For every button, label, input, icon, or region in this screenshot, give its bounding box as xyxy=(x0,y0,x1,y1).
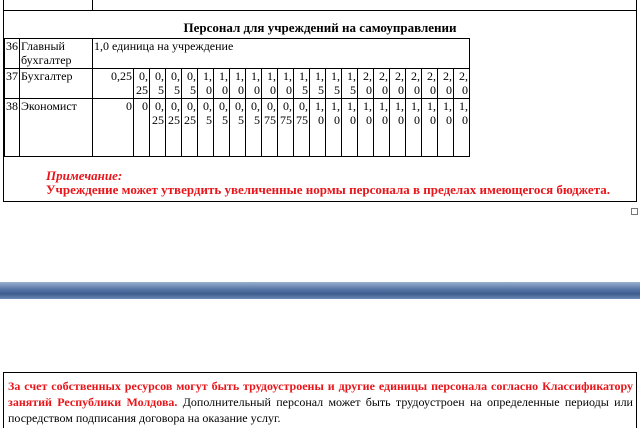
row-number: 36 xyxy=(4,38,20,69)
merged-norm-cell: 1,0 единица на учреждение xyxy=(92,38,470,69)
document-page-bottom: За счет собственных ресурсов могут быть … xyxy=(0,299,640,428)
norm-cell: 2,0 xyxy=(421,68,438,99)
norm-cell: 2,0 xyxy=(437,68,454,99)
note-text: Учреждение может утвердить увеличенные н… xyxy=(46,182,610,197)
norm-cell: 1,0 xyxy=(229,68,246,99)
norm-cell: 2,0 xyxy=(389,68,406,99)
norm-cell: 0,5 xyxy=(181,68,198,99)
norm-cell: 0,5 xyxy=(213,98,230,157)
norm-cell: 1,0 xyxy=(421,98,438,157)
row-number: 38 xyxy=(4,98,20,157)
norm-cell: 1,0 xyxy=(453,98,470,157)
position-name: Экономист xyxy=(19,98,93,157)
norm-cell: 1,0 xyxy=(373,98,390,157)
norm-cell: 1,0 xyxy=(309,98,326,157)
note-block: Примечание: Учреждение может утвердить у… xyxy=(46,169,638,197)
norm-cell: 0,25 xyxy=(181,98,198,157)
norm-cell: 0,25 xyxy=(133,68,150,99)
table-row: 38 Экономист 0 0 0,25 0,25 0,25 0,5 0,5 0,5 0,5 0,7… xyxy=(4,98,470,157)
norm-cell: 2,0 xyxy=(405,68,422,99)
staff-table-section: Персонал для учреждений на самоуправлени… xyxy=(3,11,637,202)
table-resize-handle[interactable] xyxy=(631,208,638,215)
note-label: Примечание: xyxy=(46,168,123,183)
norm-cell: 1,0 xyxy=(389,98,406,157)
norm-cell: 2,0 xyxy=(453,68,470,99)
norm-cell: 0,5 xyxy=(149,68,166,99)
norm-cell: 1,0 xyxy=(277,68,294,99)
norm-cell: 0 xyxy=(133,98,150,157)
position-name: Главный бухгалтер xyxy=(19,38,93,69)
norm-cell: 0,75 xyxy=(293,98,310,157)
norm-cell: 2,0 xyxy=(373,68,390,99)
norm-cell: 1,0 xyxy=(197,68,214,99)
table-row: 36 Главный бухгалтер 1,0 единица на учрежд… xyxy=(4,38,470,69)
norm-cell: 0,25 xyxy=(149,98,166,157)
position-name: Бухгалтер xyxy=(19,68,93,99)
bottom-paragraph: За счет собственных ресурсов могут быть … xyxy=(3,372,637,428)
norm-cell: 1,5 xyxy=(309,68,326,99)
norm-cell: 1,0 xyxy=(245,68,262,99)
section-title: Персонал для учреждений на самоуправлени… xyxy=(183,20,457,35)
norm-cell: 0,25 xyxy=(92,68,134,99)
norm-cell: 1,0 xyxy=(261,68,278,99)
norm-cell: 1,0 xyxy=(341,98,358,157)
page-break-separator xyxy=(0,282,640,299)
norm-cell: 1,0 xyxy=(357,98,374,157)
norm-cell: 0,5 xyxy=(197,98,214,157)
norm-cell: 0,75 xyxy=(277,98,294,157)
norm-cell: 1,5 xyxy=(325,68,342,99)
document-page-top: Персонал для учреждений на самоуправлени… xyxy=(0,0,640,282)
norm-cell: 1,0 xyxy=(213,68,230,99)
norm-cell: 1,0 xyxy=(405,98,422,157)
norm-cell: 0,5 xyxy=(229,98,246,157)
staff-norms-table: 36 Главный бухгалтер 1,0 единица на учрежд… xyxy=(4,38,470,157)
norm-cell: 1,0 xyxy=(325,98,342,157)
norm-cell: 2,0 xyxy=(357,68,374,99)
previous-table-bottom xyxy=(3,0,637,11)
table-row: 37 Бухгалтер 0,25 0,25 0,5 0,5 0,5 1,0 1,0 1,0 1,0… xyxy=(4,68,470,99)
norm-cell: 0,5 xyxy=(165,68,182,99)
norm-cell: 0,5 xyxy=(245,98,262,157)
norm-cell: 1,5 xyxy=(293,68,310,99)
norm-cell: 0 xyxy=(92,98,134,157)
row-number: 37 xyxy=(4,68,20,99)
norm-cell: 0,25 xyxy=(165,98,182,157)
norm-cell: 1,5 xyxy=(341,68,358,99)
norm-cell: 1,0 xyxy=(437,98,454,157)
norm-cell: 0,75 xyxy=(261,98,278,157)
